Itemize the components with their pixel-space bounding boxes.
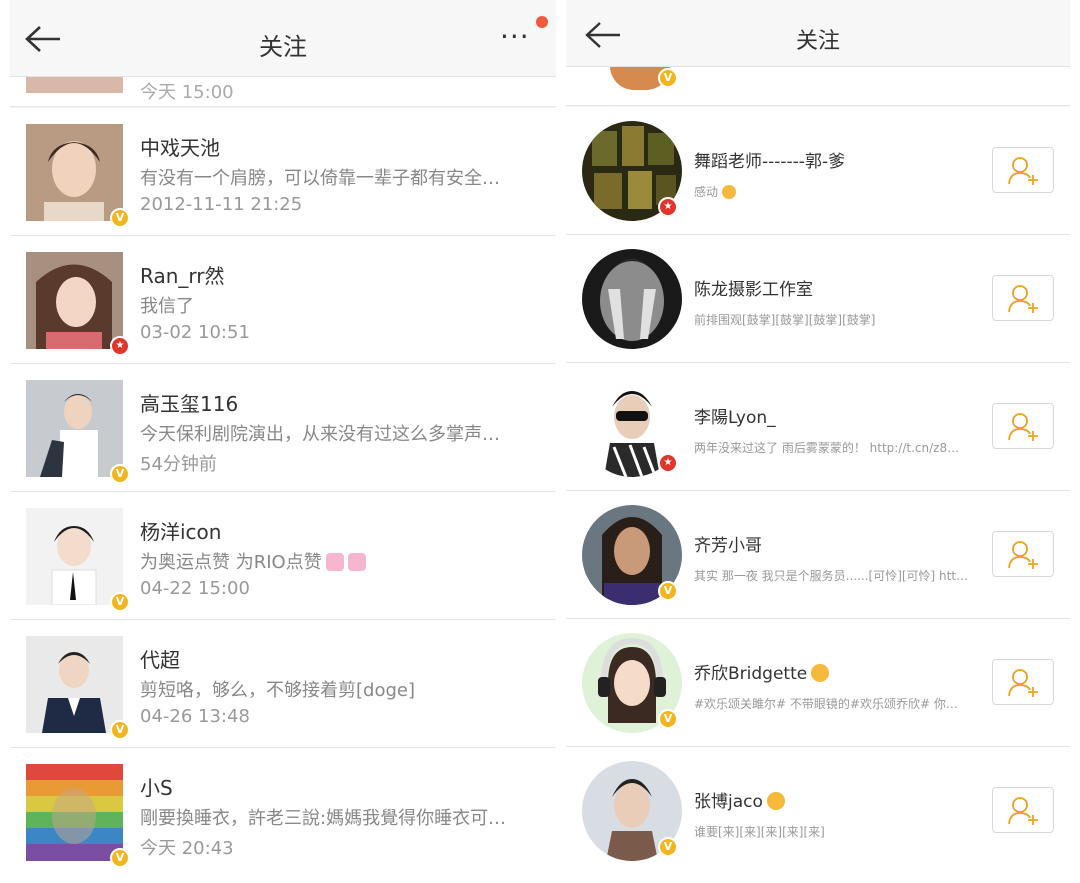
latest-post: 为奥运点赞 为RIO点赞 (140, 548, 540, 574)
avatar (26, 636, 123, 733)
list-item[interactable]: V 中戏天池 有没有一个肩膀，可以倚靠一辈子都有安全… 2012-11-11 2… (10, 108, 556, 236)
follow-button[interactable] (992, 659, 1054, 705)
emoji-icon (766, 792, 785, 810)
user-name[interactable]: 小S (140, 772, 173, 801)
post-text: 为奥运点赞 为RIO点赞 (140, 552, 322, 573)
verified-badge-icon: V (110, 592, 130, 612)
add-user-icon (1008, 541, 1038, 569)
post-time: 03-02 10:51 (140, 322, 250, 343)
verified-badge-icon: V (110, 208, 130, 228)
page-title: 关注 (795, 29, 840, 54)
latest-post: 剪短咯，够么，不够接着剪[doge] (140, 680, 415, 701)
list-item[interactable]: V 乔欣Bridgette #欢乐颂关雎尔# 不带眼镜的#欢乐颂乔欣# 你… (566, 619, 1070, 747)
post-time: 今天 20:43 (140, 838, 234, 859)
list-item[interactable]: V 张博jaco 谁要[来][来][来][来][来] (566, 747, 1070, 883)
follow-button[interactable] (992, 275, 1054, 321)
verified-badge-icon: V (658, 837, 678, 857)
top-bar: 关注 (566, 0, 1070, 67)
list-item[interactable]: V 齐芳小哥 其实 那一夜 我只是个服务员......[可怜][可怜] htt… (566, 491, 1070, 619)
follow-button[interactable] (992, 531, 1054, 577)
list-item[interactable]: V 小S 剛要換睡衣，許老三說:媽媽我覺得你睡衣可… 今天 20:43 (10, 748, 556, 883)
user-name[interactable]: 张博jaco (694, 787, 785, 812)
add-user-icon (1008, 669, 1038, 697)
latest-post: 今天保利剧院演出，从来没有过这么多掌声… (140, 424, 500, 445)
latest-post: 前排围观[鼓掌][鼓掌][鼓掌][鼓掌] (694, 313, 876, 327)
more-dots-icon[interactable]: ··· (500, 23, 540, 53)
user-name[interactable]: 陈龙摄影工作室 (694, 275, 813, 300)
follow-button[interactable] (992, 787, 1054, 833)
user-name[interactable]: 舞蹈老师-------郭-爹 (694, 147, 845, 172)
avatar (26, 77, 123, 93)
user-name[interactable]: 高玉玺116 (140, 388, 238, 417)
latest-post: 谁要[来][来][来][来][来] (694, 825, 825, 839)
latest-post: 其实 那一夜 我只是个服务员......[可怜][可怜] htt… (694, 569, 969, 583)
user-name[interactable]: 中戏天池 (140, 132, 220, 161)
avatar (26, 252, 123, 349)
list-item[interactable]: ★ Ran_rr然 我信了 03-02 10:51 (10, 236, 556, 364)
thumbs-up-icon (325, 553, 344, 571)
list-item[interactable]: ★ 李陽Lyon_ 两年没来过这了 雨后雾蒙蒙的！ http://t.cn/z8… (566, 363, 1070, 491)
add-user-icon (1008, 413, 1038, 441)
post-time: 2012-11-11 21:25 (140, 194, 303, 215)
user-name[interactable]: 齐芳小哥 (694, 531, 762, 556)
latest-post: 剛要換睡衣，許老三說:媽媽我覺得你睡衣可… (140, 808, 507, 829)
verified-badge-icon: V (110, 464, 130, 484)
user-name-text: 乔欣Bridgette (694, 664, 808, 684)
post-time: 04-26 13:48 (140, 706, 250, 727)
post-text: 感动 (694, 185, 719, 199)
verified-badge-icon: V (658, 709, 678, 729)
star-badge-icon: ★ (110, 336, 130, 356)
avatar (26, 764, 123, 861)
list-item[interactable]: 陈龙摄影工作室 前排围观[鼓掌][鼓掌][鼓掌][鼓掌] (566, 235, 1070, 363)
right-following-screen: V 关注 ★ 舞蹈老师-------郭-爹 感动 陈龙摄影工作室 前排围观[鼓掌… (566, 0, 1070, 883)
user-name[interactable]: 杨洋icon (140, 516, 221, 545)
avatar (26, 380, 123, 477)
list-item[interactable]: V 高玉玺116 今天保利剧院演出，从来没有过这么多掌声… 54分钟前 (10, 364, 556, 492)
list-item[interactable]: V 杨洋icon 为奥运点赞 为RIO点赞 04-22 15:00 (10, 492, 556, 620)
verified-badge-icon: V (658, 68, 678, 88)
user-name[interactable]: 李陽Lyon_ (694, 403, 776, 428)
user-name[interactable]: Ran_rr然 (140, 260, 224, 289)
avatar (26, 508, 123, 605)
avatar (582, 249, 682, 349)
emoji-icon (811, 664, 830, 682)
page-title: 关注 (259, 33, 307, 61)
user-name-text: 张博jaco (694, 792, 763, 812)
verified-badge-icon: V (110, 848, 130, 868)
user-name[interactable]: 乔欣Bridgette (694, 659, 830, 684)
thumbs-up-icon (347, 553, 366, 571)
add-user-icon (1008, 157, 1038, 185)
latest-post: 感动 (694, 183, 984, 200)
latest-post: 两年没来过这了 雨后雾蒙蒙的！ http://t.cn/z8… (694, 441, 960, 455)
add-user-icon (1008, 285, 1038, 313)
verified-badge-icon: V (658, 581, 678, 601)
notification-dot (536, 16, 548, 28)
latest-post: #欢乐颂关雎尔# 不带眼镜的#欢乐颂乔欣# 你… (694, 697, 958, 711)
left-following-screen: 今天 15:00 关注 ··· V 中戏天池 有没有一个肩膀，可以倚靠一辈子都有… (10, 0, 556, 883)
post-time: 04-22 15:00 (140, 578, 250, 599)
verified-badge-icon: V (110, 720, 130, 740)
list-item[interactable]: V 代超 剪短咯，够么，不够接着剪[doge] 04-26 13:48 (10, 620, 556, 748)
post-time: 54分钟前 (140, 454, 217, 475)
top-bar: 关注 ··· (10, 0, 556, 77)
star-badge-icon: ★ (658, 453, 678, 473)
latest-post: 我信了 (140, 296, 194, 317)
latest-post: 有没有一个肩膀，可以倚靠一辈子都有安全… (140, 168, 500, 189)
list-item[interactable]: ★ 舞蹈老师-------郭-爹 感动 (566, 107, 1070, 235)
user-name[interactable]: 代超 (140, 644, 180, 673)
add-user-icon (1008, 797, 1038, 825)
follow-button[interactable] (992, 147, 1054, 193)
star-badge-icon: ★ (658, 197, 678, 217)
item-time: 今天 15:00 (140, 82, 234, 103)
follow-button[interactable] (992, 403, 1054, 449)
avatar (26, 124, 123, 221)
emoji-icon (722, 185, 737, 199)
